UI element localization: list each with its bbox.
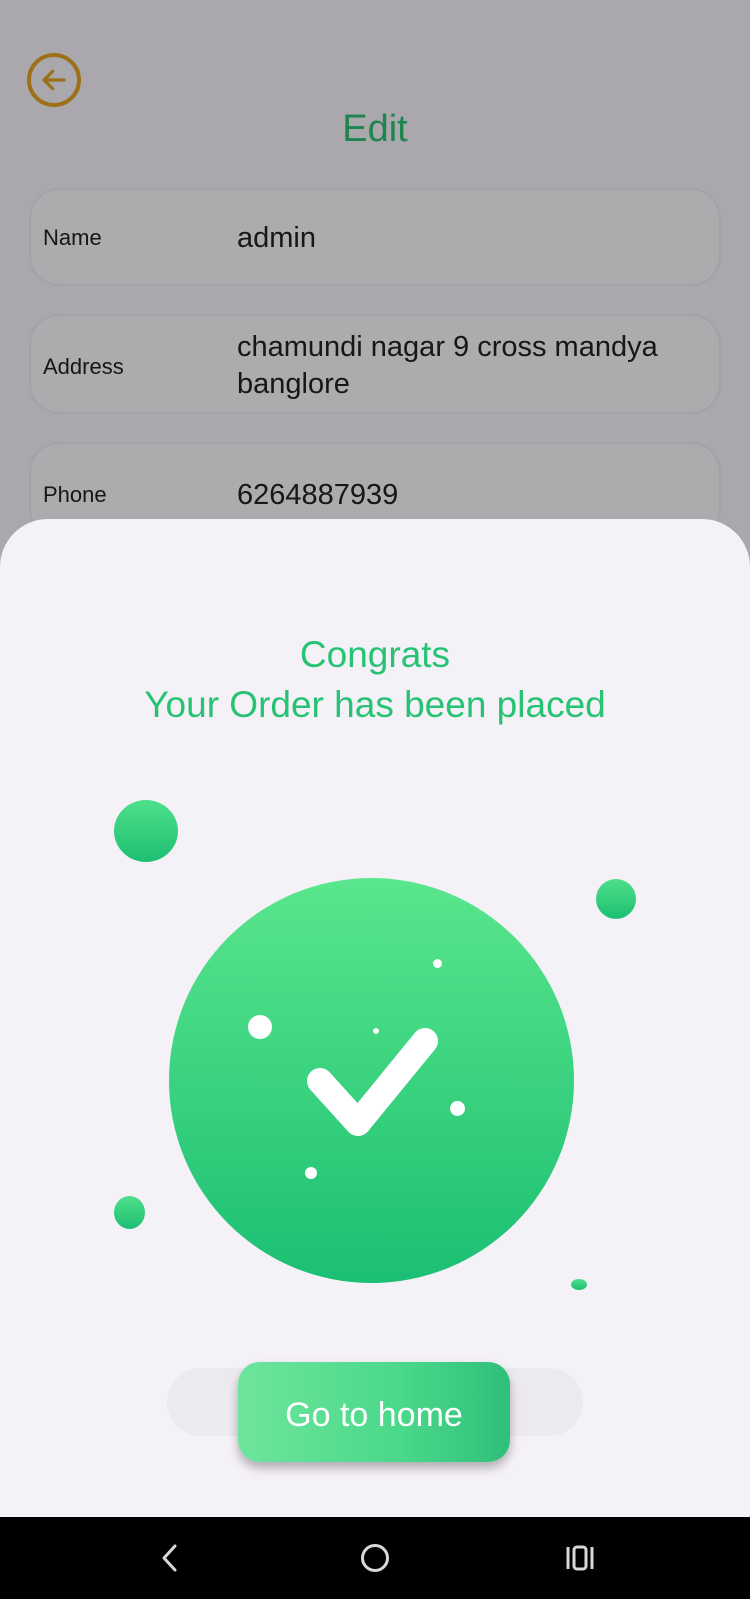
sparkle-dot — [433, 959, 442, 968]
sparkle-dot — [450, 1101, 465, 1116]
decorative-bubble — [596, 879, 636, 919]
recent-apps-icon — [566, 1545, 594, 1571]
sparkle-dot — [305, 1167, 317, 1179]
circle-home-icon — [361, 1544, 389, 1572]
order-success-sheet: Congrats Your Order has been placed Go t… — [0, 519, 750, 1517]
nav-recent-button[interactable] — [555, 1533, 605, 1583]
decorative-bubble — [114, 1196, 145, 1229]
decorative-bubble — [114, 800, 178, 862]
success-subtitle: Your Order has been placed — [144, 684, 606, 725]
nav-back-button[interactable] — [145, 1533, 195, 1583]
success-title: Congrats — [299, 634, 451, 675]
success-message: Congrats Your Order has been placed — [0, 630, 750, 730]
decorative-bubble — [571, 1279, 587, 1290]
chevron-left-icon — [162, 1544, 177, 1572]
system-nav-bar — [0, 1517, 750, 1599]
checkmark-icon — [307, 1028, 438, 1136]
success-circle — [169, 878, 574, 1283]
go-to-home-button[interactable]: Go to home — [238, 1362, 510, 1462]
nav-home-button[interactable] — [350, 1533, 400, 1583]
sparkle-dot — [248, 1015, 272, 1039]
